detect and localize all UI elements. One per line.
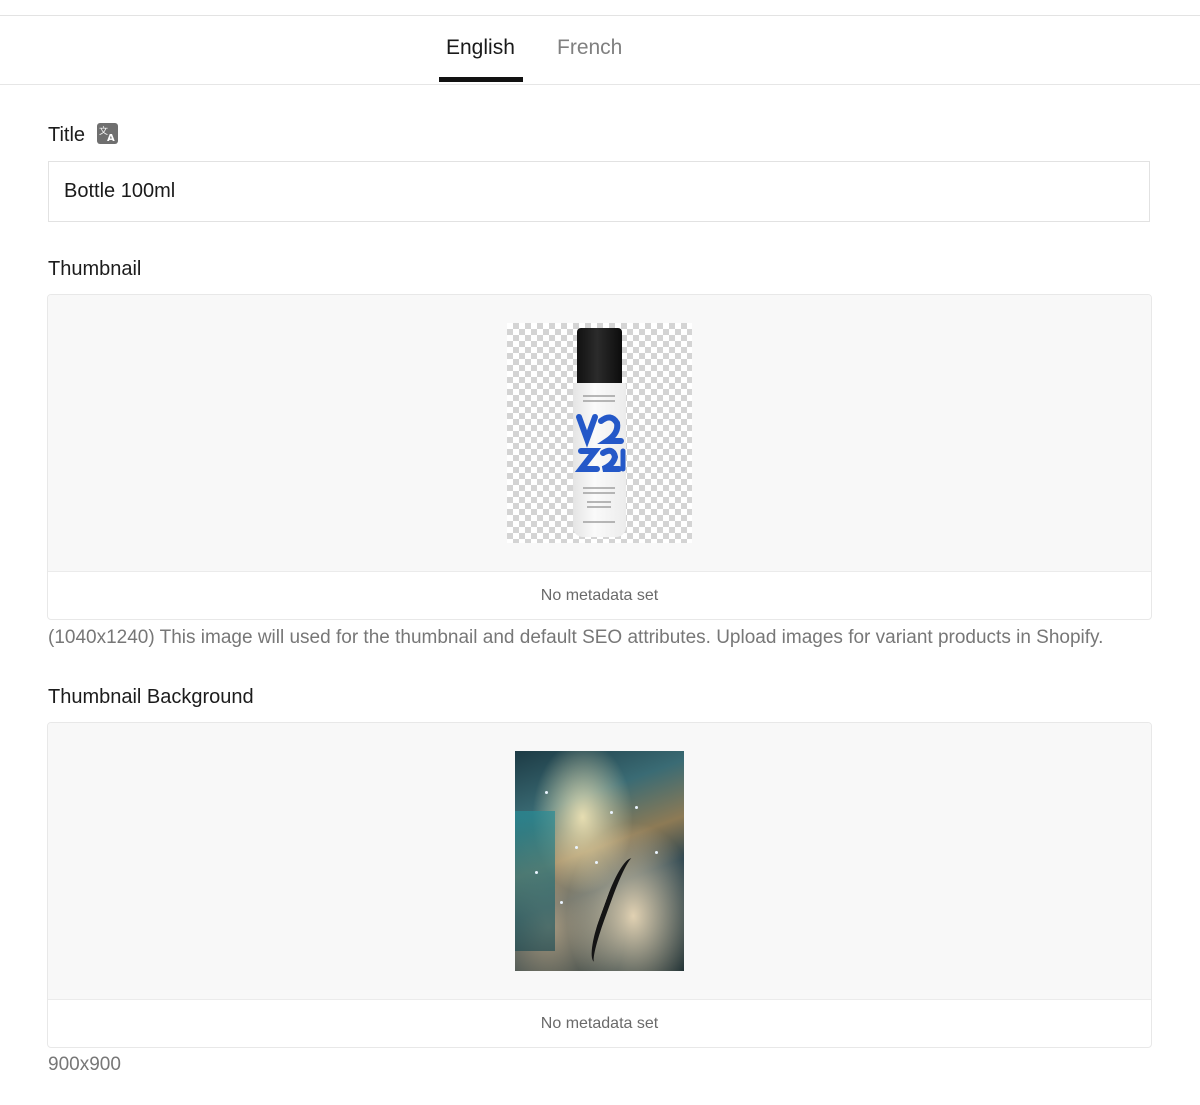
bottle-fine-print bbox=[583, 521, 615, 523]
tab-english[interactable]: English bbox=[446, 36, 515, 60]
bottle-logo-mark bbox=[574, 414, 626, 472]
tab-french[interactable]: French bbox=[557, 36, 622, 60]
thumbnail-background-image[interactable] bbox=[515, 751, 684, 971]
title-label: Title bbox=[48, 124, 86, 146]
thumbnail-metadata: No metadata set bbox=[540, 586, 659, 604]
title-input-value: Bottle 100ml bbox=[64, 180, 176, 202]
svg-text:A: A bbox=[107, 133, 115, 144]
thumbnail-background-help-text: 900x900 bbox=[48, 1054, 121, 1075]
active-tab-indicator bbox=[439, 77, 523, 82]
water-sparkle bbox=[595, 861, 598, 864]
thumbnail-background-label: Thumbnail Background bbox=[48, 686, 254, 708]
thumbnail-help-text: (1040x1240) This image will used for the… bbox=[48, 627, 1104, 648]
thumbnail-preview-area[interactable] bbox=[48, 295, 1151, 572]
thumbnail-label: Thumbnail bbox=[48, 258, 142, 280]
thumbnail-background-card: No metadata set bbox=[47, 722, 1152, 1048]
water-sparkle bbox=[560, 901, 563, 904]
water-sparkle bbox=[635, 806, 638, 809]
bottle-fine-print bbox=[583, 400, 615, 402]
thumbnail-card: No metadata set bbox=[47, 294, 1152, 620]
swimsuit-strap bbox=[584, 855, 647, 967]
water-sparkle bbox=[610, 811, 613, 814]
thumbnail-image[interactable] bbox=[507, 323, 692, 543]
bottle-fine-print bbox=[583, 487, 615, 489]
bottle-fine-print bbox=[587, 501, 611, 503]
bottle-cap bbox=[577, 328, 622, 384]
water-sparkle bbox=[575, 846, 578, 849]
water-tint bbox=[515, 811, 555, 951]
bottle-fine-print bbox=[583, 395, 615, 397]
water-sparkle bbox=[655, 851, 658, 854]
translate-icon[interactable]: 文 A bbox=[96, 123, 118, 144]
bottle-body bbox=[573, 383, 626, 537]
bottle-fine-print bbox=[583, 492, 615, 494]
title-input[interactable]: Bottle 100ml bbox=[48, 161, 1150, 222]
thumbnail-background-preview-area[interactable] bbox=[48, 723, 1151, 1000]
language-tabs: English French bbox=[0, 16, 1200, 85]
thumbnail-background-metadata: No metadata set bbox=[540, 1014, 659, 1032]
water-sparkle bbox=[545, 791, 548, 794]
water-sparkle bbox=[535, 871, 538, 874]
bottle-fine-print bbox=[587, 506, 611, 508]
title-label-row: Title 文 A bbox=[48, 123, 118, 147]
